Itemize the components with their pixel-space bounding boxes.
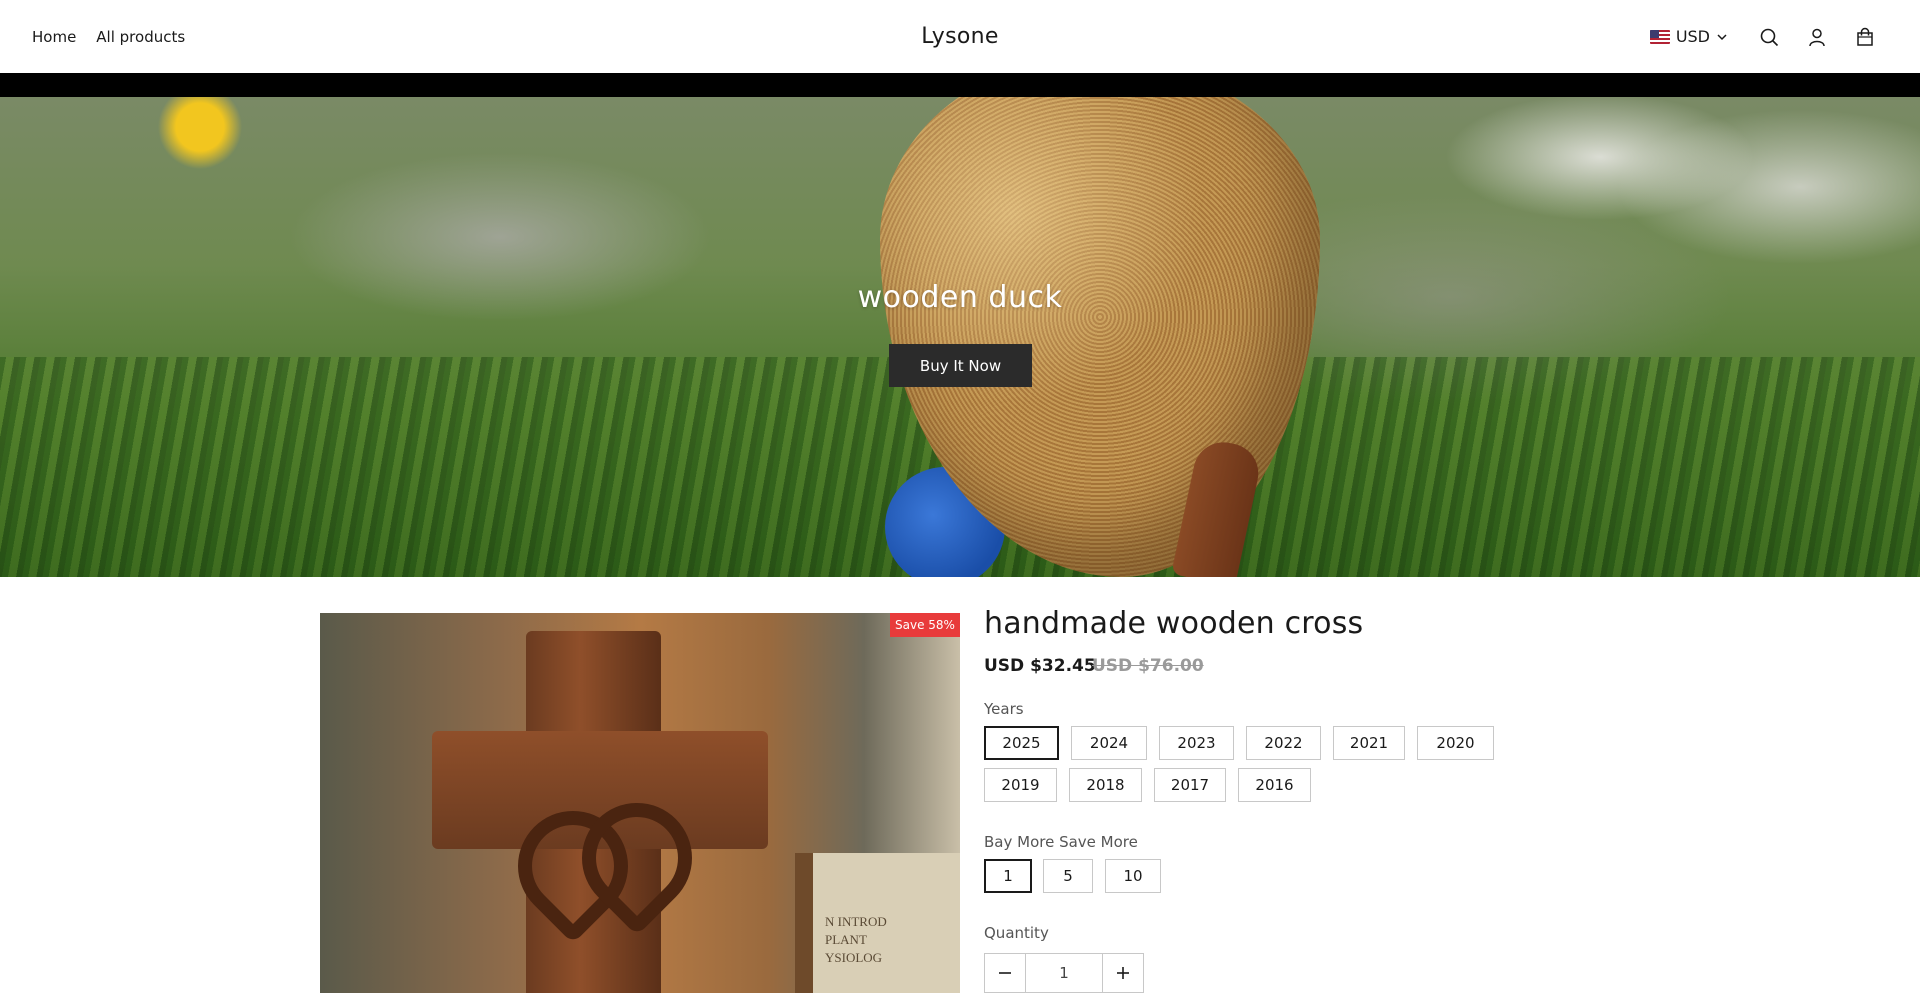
site-header: Home All products Lysone USD xyxy=(0,0,1920,73)
plus-icon xyxy=(1117,967,1129,979)
bundle-label: Bay More Save More xyxy=(984,833,1138,851)
account-button[interactable] xyxy=(1806,26,1828,48)
quantity-stepper: 1 xyxy=(984,953,1144,993)
buy-it-now-button[interactable]: Buy It Now xyxy=(889,344,1032,387)
us-flag-icon xyxy=(1649,29,1670,44)
logo-wrap: Lysone xyxy=(0,0,1920,73)
currency-selector[interactable]: USD xyxy=(1649,27,1728,46)
search-icon xyxy=(1760,28,1779,46)
hero-title: wooden duck xyxy=(857,280,1063,315)
quantity-input[interactable]: 1 xyxy=(1026,954,1102,992)
hero-banner: wooden duck Buy It Now xyxy=(0,97,1920,577)
book-text-line: YSIOLOG xyxy=(825,950,883,965)
bundle-option-1[interactable]: 1 xyxy=(984,859,1032,893)
year-option-2016[interactable]: 2016 xyxy=(1238,768,1311,802)
minus-icon xyxy=(999,972,1011,974)
year-option-2020[interactable]: 2020 xyxy=(1417,726,1494,760)
product-compare-price: USD $76.00 xyxy=(1092,656,1204,676)
quantity-decrease-button[interactable] xyxy=(985,954,1026,992)
announcement-bar xyxy=(0,73,1920,97)
site-logo[interactable]: Lysone xyxy=(921,24,998,49)
nav-all-products[interactable]: All products xyxy=(96,28,185,46)
years-label: Years xyxy=(984,700,1024,718)
book-text-line: PLANT xyxy=(825,932,867,947)
year-option-2024[interactable]: 2024 xyxy=(1071,726,1147,760)
currency-label: USD xyxy=(1675,27,1710,46)
product-title: handmade wooden cross xyxy=(984,606,1364,641)
quantity-increase-button[interactable] xyxy=(1102,954,1143,992)
year-option-2017[interactable]: 2017 xyxy=(1154,768,1226,802)
year-option-2018[interactable]: 2018 xyxy=(1069,768,1142,802)
bundle-option-5[interactable]: 5 xyxy=(1043,859,1093,893)
product-price: USD $32.45 xyxy=(984,656,1096,676)
year-option-2022[interactable]: 2022 xyxy=(1246,726,1321,760)
book-text-line: N INTROD xyxy=(825,914,887,929)
bundle-option-10[interactable]: 10 xyxy=(1105,859,1161,893)
sale-badge: Save 58% xyxy=(890,613,960,637)
year-option-2021[interactable]: 2021 xyxy=(1333,726,1405,760)
product-image[interactable]: N INTROD PLANT YSIOLOG xyxy=(320,613,960,993)
account-icon xyxy=(1809,28,1825,46)
quantity-label: Quantity xyxy=(984,924,1049,942)
year-option-2025[interactable]: 2025 xyxy=(984,726,1059,760)
cart-button[interactable] xyxy=(1854,26,1876,48)
header-actions: USD xyxy=(1649,0,1876,73)
year-option-2019[interactable]: 2019 xyxy=(984,768,1057,802)
nav-home[interactable]: Home xyxy=(32,28,76,46)
search-button[interactable] xyxy=(1758,26,1780,48)
main-nav: Home All products xyxy=(32,0,185,73)
chevron-down-icon xyxy=(1717,33,1727,40)
cart-icon xyxy=(1857,27,1873,46)
year-option-2023[interactable]: 2023 xyxy=(1159,726,1234,760)
book-text: N INTROD PLANT YSIOLOG xyxy=(825,913,887,967)
